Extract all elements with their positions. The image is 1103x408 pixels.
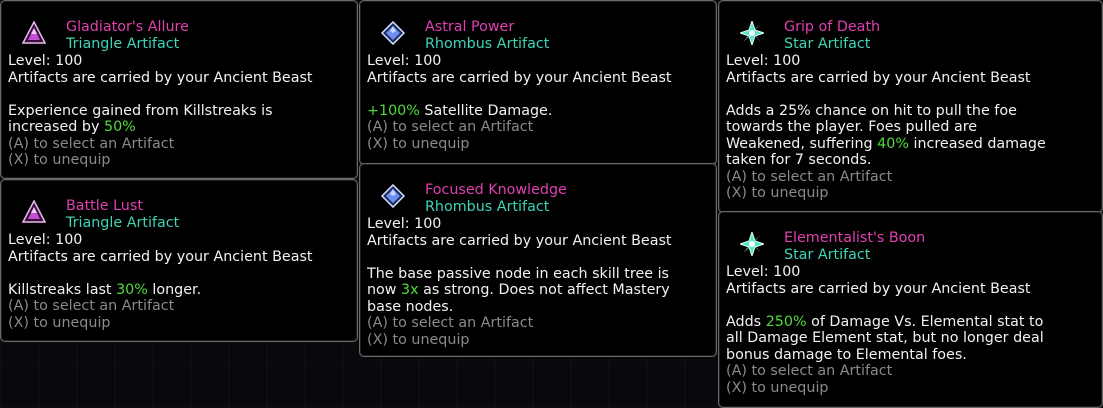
description-text: Adds (726, 313, 766, 330)
triangle-artifact-icon (22, 200, 46, 224)
triangle-artifact-icon (22, 21, 46, 45)
description-line: Weakened, suffering 40% increased damage (726, 136, 1102, 153)
artifact-type: Star Artifact (784, 247, 871, 263)
description-text: longer. (147, 281, 202, 298)
tooltip-header: Elementalist's Boon Star Artifact (726, 212, 1102, 264)
rhombus-artifact-icon (381, 21, 405, 45)
artifact-type: Triangle Artifact (66, 36, 180, 52)
artifact-level: Level: 100 (726, 53, 801, 69)
description-text: Killstreaks last (8, 281, 117, 298)
description-text: The base passive node in each skill tree… (367, 265, 670, 282)
description-line: Adds a 25% chance on hit to pull the foe (726, 103, 1102, 120)
description-text: Satellite Damage. (419, 102, 553, 119)
tooltip-header: Battle Lust Triangle Artifact (8, 180, 357, 232)
artifact-tooltip-grip-of-death: Grip of Death Star Artifact Level: 100 Arti… (718, 0, 1103, 213)
artifact-name: Astral Power (425, 19, 515, 35)
tooltip-header: Astral Power Rhombus Artifact (367, 1, 716, 53)
artifact-name: Elementalist's Boon (784, 230, 926, 246)
description-text: increased by (8, 119, 104, 135)
artifact-level: Level: 100 (367, 53, 442, 69)
description-text: as strong. Does not affect Mastery (418, 282, 670, 298)
artifact-type: Star Artifact (784, 36, 871, 52)
highlight-value: +100% (367, 102, 420, 119)
carried-by-text: Artifacts are carried by your Ancient Be… (8, 248, 313, 265)
description-text: of Damage Vs. Elemental stat to (806, 313, 1044, 330)
description-line: all Damage Element stat, but no longer d… (726, 330, 1102, 347)
highlight-value: 50% (103, 119, 136, 135)
description-line: increased by 50% (8, 119, 357, 136)
artifact-level: Level: 100 (8, 232, 83, 248)
select-artifact-hint: (A) to select an Artifact (8, 135, 175, 152)
carried-by-text: Artifacts are carried by your Ancient Be… (367, 69, 672, 86)
tooltip-header: Focused Knowledge Rhombus Artifact (367, 164, 716, 216)
description-text: bonus damage to Elemental foes. (726, 346, 967, 363)
select-artifact-hint: (A) to select an Artifact (8, 298, 175, 314)
tooltip-header: Gladiator's Allure Triangle Artifact (8, 1, 357, 53)
artifact-name: Battle Lust (66, 198, 143, 214)
description-text: Weakened, suffering (726, 135, 878, 152)
unequip-hint: (X) to unequip (726, 379, 829, 396)
select-artifact-hint: (A) to select an Artifact (726, 363, 893, 379)
select-artifact-hint: (A) to select an Artifact (367, 119, 534, 135)
description-line: bonus damage to Elemental foes. (726, 347, 1102, 364)
carried-by-text: Artifacts are carried by your Ancient Be… (8, 69, 313, 86)
description-line: Killstreaks last 30% longer. (8, 282, 357, 299)
star-artifact-icon (740, 21, 764, 45)
artifact-level: Level: 100 (367, 216, 442, 232)
description-line: taken for 7 seconds. (726, 152, 1102, 169)
select-artifact-hint: (A) to select an Artifact (367, 315, 534, 331)
rhombus-artifact-icon (381, 184, 405, 208)
description-text: increased damage (908, 135, 1046, 152)
highlight-value: 3x (401, 282, 419, 298)
artifact-type: Triangle Artifact (66, 215, 180, 231)
star-artifact-icon (740, 232, 764, 256)
unequip-hint: (X) to unequip (367, 331, 470, 348)
description-line: The base passive node in each skill tree… (367, 266, 716, 283)
description-text: towards the player. Foes pulled are (726, 119, 978, 135)
unequip-hint: (X) to unequip (8, 152, 111, 168)
highlight-value: 30% (116, 281, 148, 298)
artifact-tooltip-gladiators-allure: Gladiator's Allure Triangle Artifact Level… (0, 0, 358, 179)
highlight-value: 250% (765, 313, 807, 330)
unequip-hint: (X) to unequip (8, 314, 111, 331)
description-text: all Damage Element stat, but no longer d… (726, 330, 1044, 346)
artifact-tooltip-battle-lust: Battle Lust Triangle Artifact Level: 100 Ar… (0, 179, 358, 342)
tooltip-header: Grip of Death Star Artifact (726, 1, 1102, 53)
artifact-type: Rhombus Artifact (425, 36, 550, 52)
artifact-tooltip-astral-power: Astral Power Rhombus Artifact Level: 100 Ar… (359, 0, 717, 165)
artifact-name: Gladiator's Allure (66, 19, 189, 35)
artifact-tooltip-elementalists-boon: Elementalist's Boon Star Artifact Level: 1… (718, 211, 1103, 408)
artifact-type: Rhombus Artifact (425, 199, 550, 215)
description-line: Experience gained from Killstreaks is (8, 103, 357, 120)
artifact-name: Focused Knowledge (425, 182, 567, 198)
description-line: towards the player. Foes pulled are (726, 119, 1102, 136)
description-line: +100% Satellite Damage. (367, 103, 716, 120)
description-line: now 3x as strong. Does not affect Master… (367, 282, 716, 299)
description-line: Adds 250% of Damage Vs. Elemental stat t… (726, 314, 1102, 331)
artifact-level: Level: 100 (726, 264, 801, 280)
unequip-hint: (X) to unequip (726, 185, 829, 201)
unequip-hint: (X) to unequip (367, 135, 470, 152)
carried-by-text: Artifacts are carried by your Ancient Be… (726, 280, 1031, 297)
description-text: now (367, 282, 402, 298)
description-text: taken for 7 seconds. (726, 152, 872, 168)
carried-by-text: Artifacts are carried by your Ancient Be… (367, 232, 672, 249)
select-artifact-hint: (A) to select an Artifact (726, 168, 893, 185)
artifact-name: Grip of Death (784, 19, 881, 35)
highlight-value: 40% (877, 135, 909, 152)
description-line: base nodes. (367, 299, 716, 316)
artifact-level: Level: 100 (8, 53, 83, 69)
description-text: Adds a 25% chance on hit to pull the foe (726, 102, 1017, 119)
description-text: base nodes. (367, 298, 454, 315)
description-text: Experience gained from Killstreaks is (8, 102, 273, 119)
carried-by-text: Artifacts are carried by your Ancient Be… (726, 69, 1031, 86)
artifact-tooltip-focused-knowledge: Focused Knowledge Rhombus Artifact Level: … (359, 163, 717, 357)
